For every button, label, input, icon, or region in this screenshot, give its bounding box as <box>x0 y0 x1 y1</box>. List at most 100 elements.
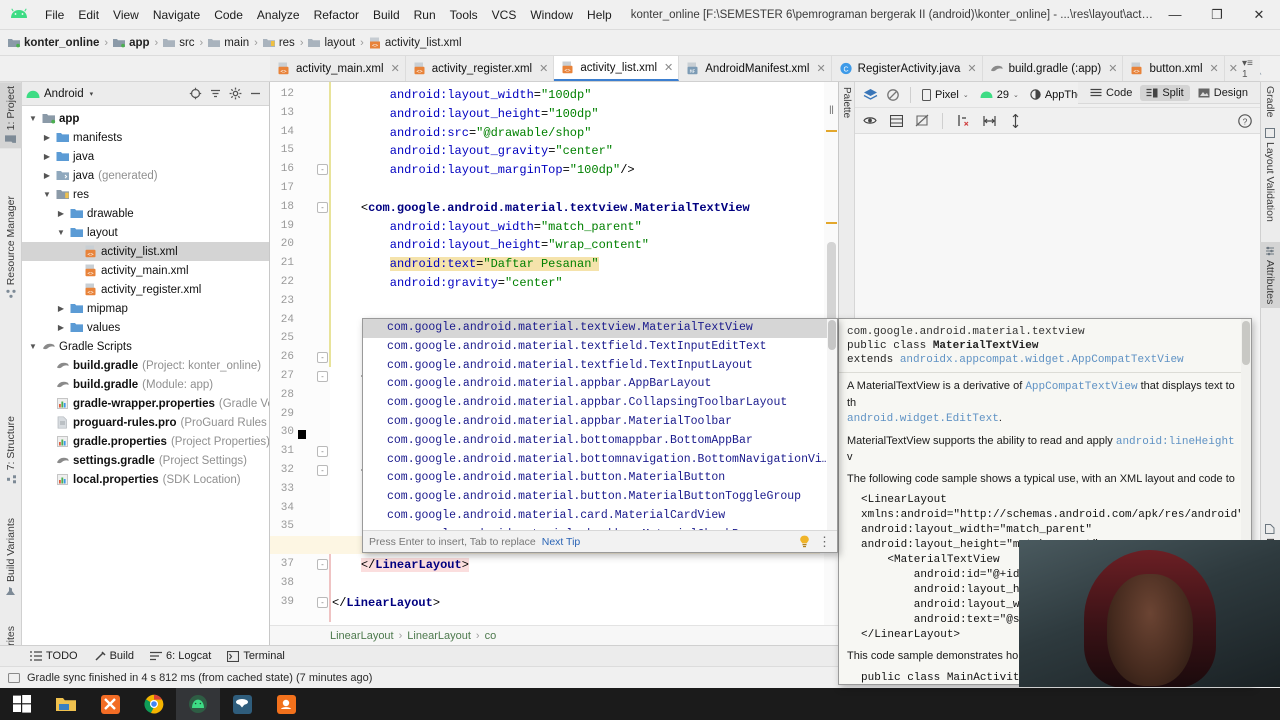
editor-tab-registeractivity-java[interactable]: C RegisterActivity.java ✕ <box>831 56 983 81</box>
tool-window-layout-validation[interactable]: Layout Validation <box>1260 124 1280 226</box>
tool-window-project[interactable]: 1: Project <box>0 82 22 149</box>
project-tree[interactable]: ▼ app ▶ manifests ▶ java ▶ java (generated) ▼ res ▶… <box>22 106 269 645</box>
vertical-align-icon[interactable] <box>1005 111 1025 131</box>
view-mode-split[interactable]: Split <box>1140 84 1190 101</box>
tree-item-build-gradle[interactable]: build.gradle (Project: konter_online) <box>22 356 269 375</box>
xampp-icon[interactable] <box>88 688 132 720</box>
doc-extends-type[interactable]: androidx.appcompat.widget.AppCompatTextV… <box>900 354 1184 366</box>
tree-item-manifests[interactable]: ▶ manifests <box>22 128 269 147</box>
menu-run[interactable]: Run <box>407 5 443 25</box>
chrome-icon[interactable] <box>132 688 176 720</box>
completion-item[interactable]: com.google.android.material.button.Mater… <box>363 469 827 488</box>
tree-item-activity-register-xml[interactable]: <> activity_register.xml <box>22 280 269 299</box>
clear-constraints-icon[interactable] <box>953 111 973 131</box>
completion-list[interactable]: com.google.android.material.textview.Mat… <box>363 319 827 531</box>
close-tab-icon[interactable]: ✕ <box>539 62 548 75</box>
menu-navigate[interactable]: Navigate <box>146 5 207 25</box>
editor-tab-activity-main-xml[interactable]: <> activity_main.xml ✕ <box>270 56 406 81</box>
code-completion-popup[interactable]: com.google.android.material.textview.Mat… <box>362 318 838 553</box>
completion-item[interactable]: com.google.android.material.textfield.Te… <box>363 357 827 376</box>
menu-tools[interactable]: Tools <box>443 5 485 25</box>
tab-list-icon[interactable]: ▾≡ 1 <box>1242 58 1256 80</box>
editor-tab-build-gradle-app-[interactable]: build.gradle (:app) ✕ <box>982 56 1124 81</box>
breadcrumb-item-konter_online[interactable]: konter_online <box>6 36 101 50</box>
tree-item-gradle-properties[interactable]: gradle.properties (Project Properties) <box>22 432 269 451</box>
view-options-icon[interactable] <box>886 111 906 131</box>
completion-item[interactable]: com.google.android.material.appbar.Colla… <box>363 394 827 413</box>
code-line[interactable]: android:src="@drawable/shop" <box>390 126 592 140</box>
tool-window-resource-manager[interactable]: Resource Manager <box>0 192 22 303</box>
collapse-all-button[interactable] <box>205 84 225 104</box>
chevron-down-icon[interactable]: ▼ <box>40 190 54 199</box>
chevron-down-icon[interactable]: ▼ <box>26 114 40 123</box>
chevron-right-icon[interactable]: ▶ <box>40 133 54 142</box>
view-mode-code[interactable]: Code <box>1084 85 1138 101</box>
breadcrumb-node[interactable]: co <box>485 630 497 642</box>
menu-vcs[interactable]: VCS <box>485 5 524 25</box>
menu-help[interactable]: Help <box>580 5 619 25</box>
menu-analyze[interactable]: Analyze <box>250 5 307 25</box>
close-tab-icon[interactable]: ✕ <box>1108 62 1117 75</box>
close-button[interactable]: ✕ <box>1238 0 1280 30</box>
tree-item-activity-list-xml[interactable]: <> activity_list.xml <box>22 242 269 261</box>
tool-window-todo[interactable]: TODO <box>30 650 78 662</box>
breadcrumb-item-res[interactable]: res <box>261 36 297 50</box>
breadcrumb-item-main[interactable]: main <box>206 36 251 50</box>
tree-item-java[interactable]: ▶ java <box>22 147 269 166</box>
view-mode-design[interactable]: Design <box>1192 85 1254 101</box>
tree-item-build-gradle[interactable]: build.gradle (Module: app) <box>22 375 269 394</box>
scrollbar-thumb[interactable] <box>1242 321 1250 365</box>
code-line[interactable]: </LinearLayout> <box>360 558 469 572</box>
code-line[interactable]: android:layout_width="100dp" <box>390 88 592 102</box>
chevron-right-icon[interactable]: ▶ <box>40 152 54 161</box>
breadcrumb-item-app[interactable]: app <box>111 36 151 50</box>
code-line[interactable]: android:layout_marginTop="100dp"/> <box>390 163 635 177</box>
completion-item[interactable]: com.google.android.material.textfield.Te… <box>363 338 827 357</box>
code-fold-toggle[interactable]: - <box>317 446 328 458</box>
completion-item[interactable]: com.google.android.material.bottomnaviga… <box>363 451 827 470</box>
tool-window-logcat[interactable]: 6: Logcat <box>150 650 211 662</box>
completion-item[interactable]: com.google.android.material.appbar.Mater… <box>363 413 827 432</box>
completion-item[interactable]: com.google.android.material.textview.Mat… <box>363 319 827 338</box>
device-type-selector[interactable]: Pixel ⌄ <box>918 87 973 103</box>
lightbulb-icon[interactable] <box>799 535 810 548</box>
code-line[interactable]: android:layout_height="100dp" <box>390 107 599 121</box>
breadcrumb-node[interactable]: LinearLayout <box>407 630 471 642</box>
code-line[interactable]: <com.google.android.material.textview.Ma… <box>361 201 750 215</box>
completion-item[interactable]: com.google.android.material.card.Materia… <box>363 507 827 526</box>
menu-window[interactable]: Window <box>523 5 580 25</box>
menu-file[interactable]: File <box>38 5 71 25</box>
completion-scrollbar[interactable] <box>827 319 837 531</box>
code-line[interactable]: android:layout_gravity="center" <box>390 144 613 158</box>
tree-item-local-properties[interactable]: local.properties (SDK Location) <box>22 470 269 489</box>
tool-window-structure[interactable]: 7: Structure <box>0 412 22 488</box>
scroll-from-source-button[interactable] <box>185 84 205 104</box>
start-button[interactable] <box>0 688 44 720</box>
tool-window-gradle[interactable]: Gradle <box>1260 82 1280 122</box>
menu-edit[interactable]: Edit <box>71 5 106 25</box>
editor-tab-activity-register-xml[interactable]: <> activity_register.xml ✕ <box>405 56 555 81</box>
tool-window-attributes[interactable]: Attributes <box>1260 242 1280 309</box>
memory-indicator-icon[interactable] <box>8 672 20 684</box>
tree-item-app[interactable]: ▼ app <box>22 109 269 128</box>
file-explorer-icon[interactable] <box>44 688 88 720</box>
menu-refactor[interactable]: Refactor <box>307 5 366 25</box>
hide-panel-button[interactable] <box>245 84 265 104</box>
code-line[interactable]: android:gravity="center" <box>390 276 563 290</box>
breadcrumb-node[interactable]: LinearLayout <box>330 630 394 642</box>
app-orange-icon[interactable] <box>264 688 308 720</box>
gear-icon[interactable] <box>225 84 245 104</box>
preview-visibility-icon[interactable] <box>860 111 880 131</box>
infer-constraints-icon[interactable] <box>979 111 999 131</box>
close-tab-icon[interactable]: ✕ <box>391 62 400 75</box>
breadcrumb-item-layout[interactable]: layout <box>306 36 357 50</box>
api-level-selector[interactable]: 29 ⌄ <box>976 87 1023 103</box>
chevron-right-icon[interactable]: ▶ <box>40 171 54 180</box>
chevron-right-icon[interactable]: ▶ <box>54 304 68 313</box>
design-surface-mode-icon[interactable] <box>860 85 880 105</box>
code-line[interactable]: android:text="Daftar Pesanan" <box>389 257 599 272</box>
android-studio-icon[interactable] <box>176 688 220 720</box>
minimize-button[interactable]: — <box>1154 0 1196 30</box>
chevron-down-icon[interactable]: ▼ <box>26 342 40 351</box>
toggle-constraints-icon[interactable] <box>912 111 932 131</box>
